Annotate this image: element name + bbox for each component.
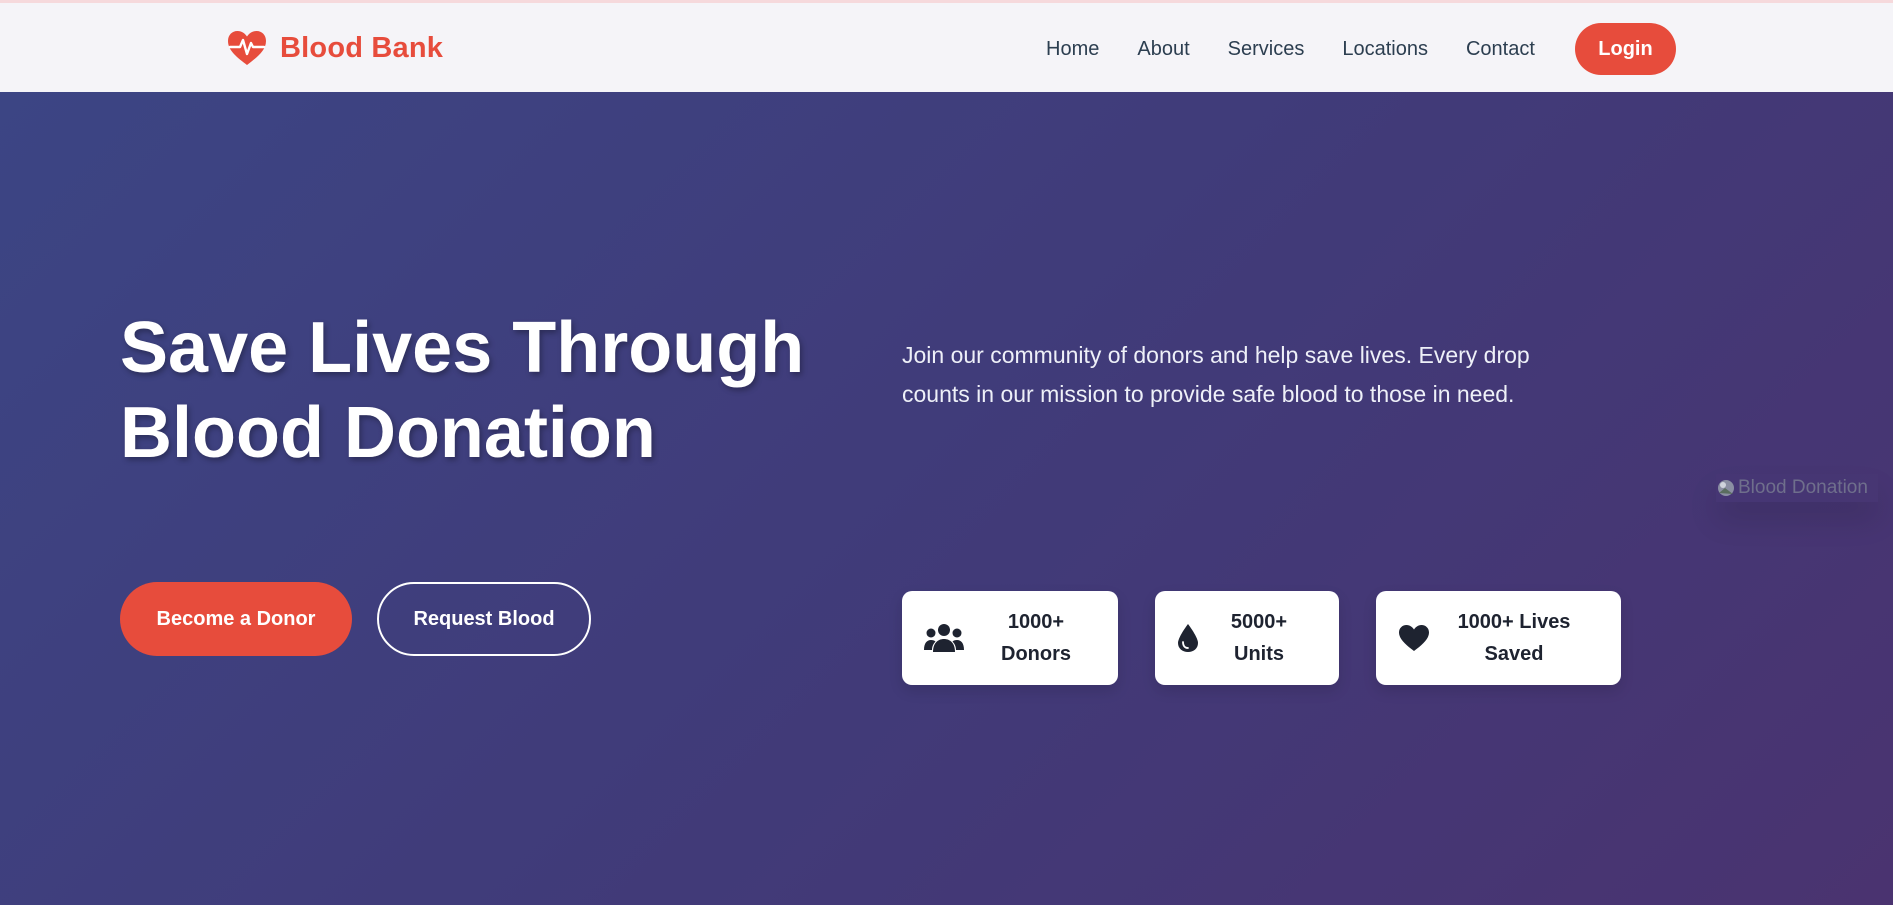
hero-image-alt-text: Blood Donation [1738, 477, 1868, 498]
nav-link-locations[interactable]: Locations [1342, 38, 1428, 61]
heartbeat-icon [228, 31, 266, 65]
broken-image-icon [1718, 480, 1734, 496]
nav-link-contact[interactable]: Contact [1466, 38, 1535, 61]
users-icon [924, 624, 964, 652]
request-blood-button[interactable]: Request Blood [377, 582, 591, 656]
nav-link-about[interactable]: About [1137, 38, 1189, 61]
brand-logo-link[interactable]: Blood Bank [226, 29, 443, 67]
stat-label-units: 5000+ Units [1230, 611, 1288, 665]
stat-card-units: 5000+ Units [1155, 591, 1339, 685]
hero-section: Save Lives Through Blood Donation Join o… [0, 92, 1893, 905]
become-donor-button[interactable]: Become a Donor [120, 582, 352, 656]
stat-label-donors: 1000+ Donors [1001, 611, 1071, 665]
hero-description: Join our community of donors and help sa… [902, 342, 1530, 407]
login-button[interactable]: Login [1575, 23, 1676, 75]
blood-drop-icon [1178, 624, 1198, 652]
stat-card-donors: 1000+ Donors [902, 591, 1118, 685]
heart-icon [1399, 625, 1429, 651]
navbar: Blood Bank Home About Services Locations… [0, 0, 1893, 92]
nav-links: Home About Services Locations Contact [1046, 3, 1573, 95]
hero-title: Save Lives Through Blood Donation [120, 308, 805, 473]
hero-image: Blood Donation [1716, 474, 1878, 502]
stat-label-lives: 1000+ Lives Saved [1457, 611, 1571, 665]
brand-name: Blood Bank [280, 31, 444, 64]
nav-link-home[interactable]: Home [1046, 38, 1099, 61]
nav-link-services[interactable]: Services [1228, 38, 1305, 61]
stat-card-lives: 1000+ Lives Saved [1376, 591, 1621, 685]
